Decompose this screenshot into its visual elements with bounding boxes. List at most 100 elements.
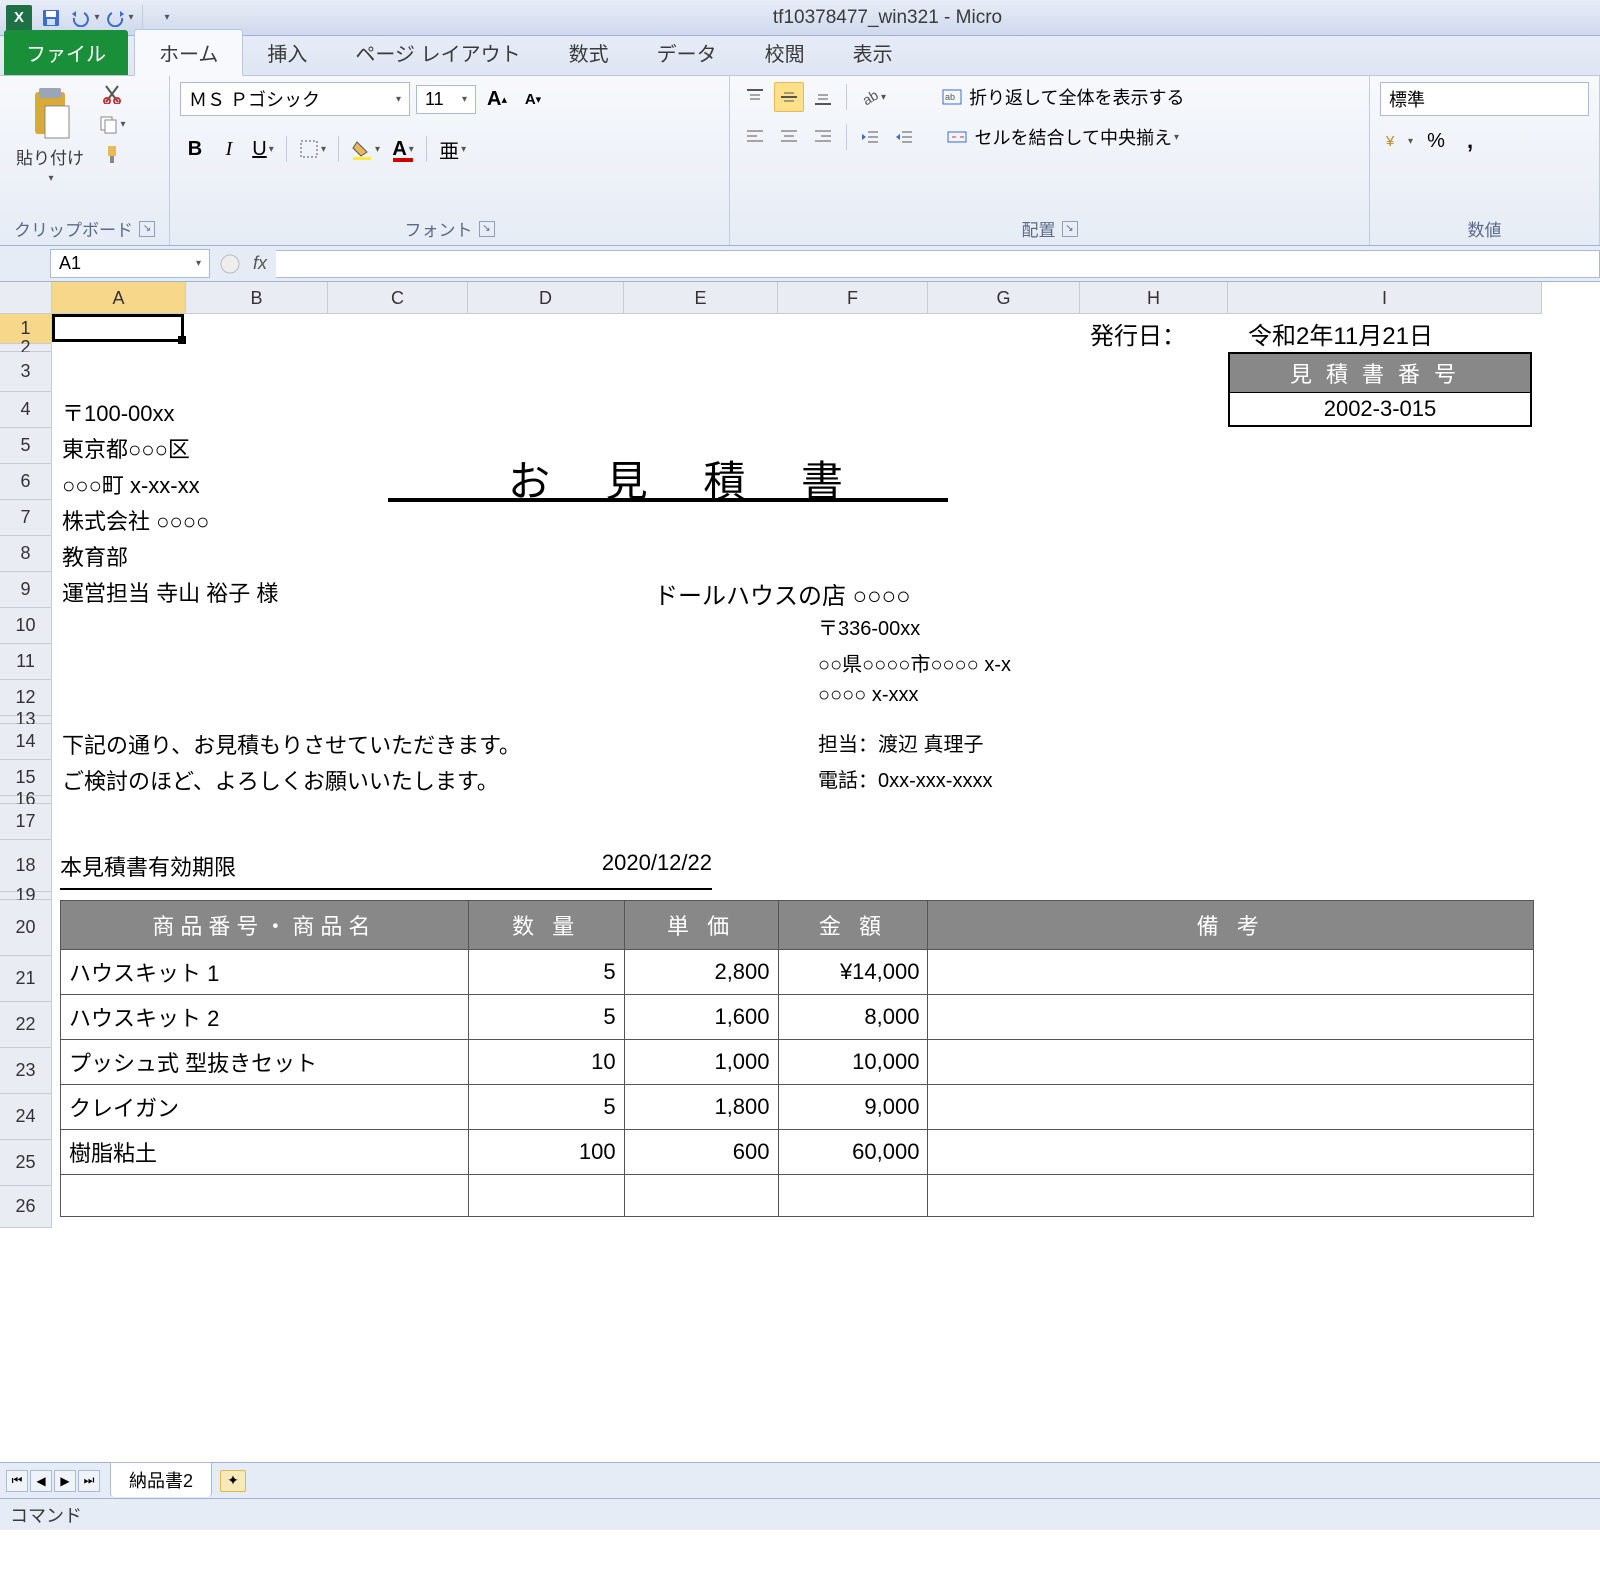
col-header-I[interactable]: I <box>1228 282 1542 314</box>
tab-page-layout[interactable]: ページ レイアウト <box>331 30 544 75</box>
col-header-D[interactable]: D <box>468 282 624 314</box>
row-header-21[interactable]: 21 <box>0 956 52 1002</box>
new-sheet-button[interactable]: ✦ <box>220 1470 246 1492</box>
phonetic-button[interactable]: 亜▾ <box>435 134 470 164</box>
font-dialog-launcher[interactable]: ↘ <box>479 221 495 237</box>
row-header-8[interactable]: 8 <box>0 536 52 572</box>
redo-button[interactable]: ▾ <box>104 4 134 32</box>
bold-button[interactable]: B <box>180 134 210 164</box>
cells-area[interactable]: 発行日：令和2年11月21日見積書番号2002-3-015〒100-00xx東京… <box>52 314 1542 1462</box>
number-format-select[interactable]: 標準 <box>1380 82 1589 116</box>
row-header-19[interactable]: 19 <box>0 892 52 900</box>
align-left-button[interactable] <box>740 122 770 152</box>
increase-font-button[interactable]: A▴ <box>482 84 512 114</box>
select-all-corner[interactable] <box>0 282 52 314</box>
undo-button[interactable]: ▾ <box>70 4 100 32</box>
wrap-text-button[interactable]: ab 折り返して全体を表示する <box>933 82 1192 112</box>
col-header-E[interactable]: E <box>624 282 778 314</box>
col-header-H[interactable]: H <box>1080 282 1228 314</box>
column-headers[interactable]: ABCDEFGHI <box>52 282 1542 314</box>
percent-button[interactable]: % <box>1421 126 1451 156</box>
font-color-button[interactable]: A▾ <box>388 134 418 164</box>
merge-center-button[interactable]: セルを結合して中央揃え▾ <box>933 122 1192 152</box>
row-header-16[interactable]: 16 <box>0 796 52 804</box>
tab-insert[interactable]: 挿入 <box>243 30 331 75</box>
save-button[interactable] <box>36 4 66 32</box>
formula-input[interactable] <box>276 250 1600 278</box>
increase-indent-button[interactable] <box>889 122 919 152</box>
orientation-button[interactable]: ab▾ <box>855 82 890 112</box>
sheet-nav-first[interactable]: ⏮ <box>6 1470 28 1492</box>
currency-icon: ¥ <box>1384 131 1406 151</box>
tab-home[interactable]: ホーム <box>134 29 243 76</box>
clipboard-dialog-launcher[interactable]: ↘ <box>139 221 155 237</box>
decrease-indent-button[interactable] <box>855 122 885 152</box>
cut-button[interactable] <box>98 82 126 106</box>
qat-customize-button[interactable]: ▾ <box>151 4 181 32</box>
col-header-F[interactable]: F <box>778 282 928 314</box>
name-box[interactable]: A1▾ <box>50 249 210 278</box>
row-header-9[interactable]: 9 <box>0 572 52 608</box>
fx-button[interactable]: fx <box>244 253 276 274</box>
col-header-G[interactable]: G <box>928 282 1080 314</box>
decrease-font-button[interactable]: A▾ <box>518 84 548 114</box>
row-header-3[interactable]: 3 <box>0 352 52 392</box>
row-header-10[interactable]: 10 <box>0 608 52 644</box>
align-right-button[interactable] <box>808 122 838 152</box>
row-header-2[interactable]: 2 <box>0 344 52 352</box>
align-center-button[interactable] <box>774 122 804 152</box>
active-cell[interactable] <box>52 314 184 342</box>
align-top-button[interactable] <box>740 82 770 112</box>
paste-button[interactable]: 貼り付け ▾ <box>10 82 90 188</box>
tab-review[interactable]: 校閲 <box>741 30 829 75</box>
row-header-11[interactable]: 11 <box>0 644 52 680</box>
row-header-25[interactable]: 25 <box>0 1140 52 1186</box>
row-header-26[interactable]: 26 <box>0 1186 52 1228</box>
row-header-24[interactable]: 24 <box>0 1094 52 1140</box>
align-bottom-button[interactable] <box>808 82 838 112</box>
format-painter-button[interactable] <box>98 142 126 166</box>
svg-text:¥: ¥ <box>1385 133 1395 150</box>
worksheet[interactable]: ABCDEFGHI 123456789101112131415161718192… <box>0 282 1600 1462</box>
row-header-7[interactable]: 7 <box>0 500 52 536</box>
row-header-4[interactable]: 4 <box>0 392 52 428</box>
tab-file[interactable]: ファイル <box>4 30 128 75</box>
sheet-nav-next[interactable]: ▶ <box>54 1470 76 1492</box>
formula-bar: A1▾ fx <box>0 246 1600 282</box>
accounting-format-button[interactable]: ¥▾ <box>1380 126 1417 156</box>
alignment-dialog-launcher[interactable]: ↘ <box>1062 221 1078 237</box>
tab-data[interactable]: データ <box>633 30 741 75</box>
borders-button[interactable]: ▾ <box>295 134 330 164</box>
row-header-5[interactable]: 5 <box>0 428 52 464</box>
indent-icon <box>894 127 914 147</box>
row-header-6[interactable]: 6 <box>0 464 52 500</box>
row-header-20[interactable]: 20 <box>0 900 52 956</box>
col-header-A[interactable]: A <box>52 282 186 314</box>
app-title: tf10378477_win321 - Micro <box>181 7 1594 29</box>
tab-view[interactable]: 表示 <box>829 30 917 75</box>
font-name-select[interactable]: ＭＳ Ｐゴシック▾ <box>180 82 410 116</box>
group-font: ＭＳ Ｐゴシック▾ 11▾ A▴ A▾ B I U▾ ▾ ▾ A▾ 亜▾ フォン… <box>170 76 730 245</box>
group-number: 標準 ¥▾ % , 数値 <box>1370 76 1600 245</box>
col-header-C[interactable]: C <box>328 282 468 314</box>
sheet-nav-prev[interactable]: ◀ <box>30 1470 52 1492</box>
row-header-23[interactable]: 23 <box>0 1048 52 1094</box>
row-header-22[interactable]: 22 <box>0 1002 52 1048</box>
comma-button[interactable]: , <box>1455 126 1485 156</box>
row-headers[interactable]: 1234567891011121314151617181920212223242… <box>0 314 52 1462</box>
align-middle-button[interactable] <box>774 82 804 112</box>
row-header-17[interactable]: 17 <box>0 804 52 840</box>
row-header-13[interactable]: 13 <box>0 716 52 724</box>
tab-formulas[interactable]: 数式 <box>545 30 633 75</box>
sheet-nav-last[interactable]: ⏭ <box>78 1470 100 1492</box>
col-header-B[interactable]: B <box>186 282 328 314</box>
sheet-tab[interactable]: 納品書2 <box>110 1462 212 1497</box>
copy-button[interactable]: ▾ <box>98 112 126 136</box>
wrap-icon: ab <box>941 87 963 107</box>
font-size-select[interactable]: 11▾ <box>416 85 476 114</box>
row-header-14[interactable]: 14 <box>0 724 52 760</box>
italic-button[interactable]: I <box>214 134 244 164</box>
fill-color-button[interactable]: ▾ <box>347 134 384 164</box>
underline-button[interactable]: U▾ <box>248 134 278 164</box>
table-row: プッシュ式 型抜きセット101,00010,000 <box>61 1040 1534 1085</box>
